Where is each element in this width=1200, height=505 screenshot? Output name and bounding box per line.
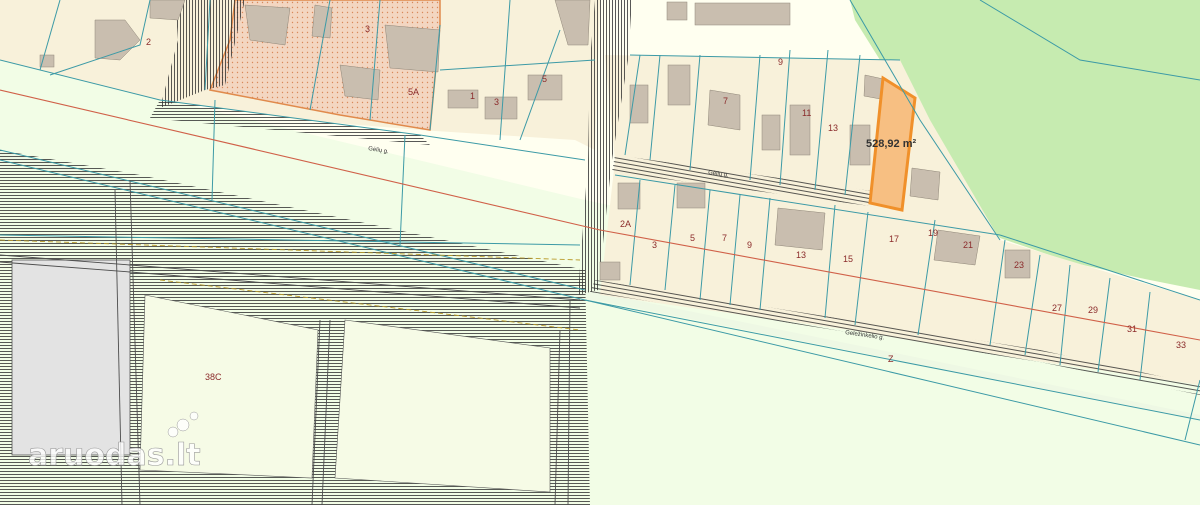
- lot-label: 29: [1088, 305, 1098, 315]
- lot-label: 38C: [205, 372, 222, 382]
- lot-label: 2: [146, 37, 151, 47]
- map-canvas: 2 3 5A 1 3 5 7 9 11 13 2A 3 5 7 9 13 15 …: [0, 0, 1200, 505]
- lot-label: 15: [843, 254, 853, 264]
- lot-label: 9: [778, 57, 783, 67]
- lot-label: 2A: [620, 219, 631, 229]
- lot-label: 7: [723, 96, 728, 106]
- watermark-text: aruodas.lt: [28, 438, 201, 473]
- lot-label: 1: [470, 91, 475, 101]
- lot-label: 33: [1176, 340, 1186, 350]
- large-building: [11, 259, 131, 456]
- lot-label: 31: [1127, 324, 1137, 334]
- lot-label: 3: [365, 24, 370, 34]
- cadastral-map[interactable]: 2 3 5A 1 3 5 7 9 11 13 2A 3 5 7 9 13 15 …: [0, 0, 1200, 505]
- area-label: 528,92 m²: [866, 138, 916, 150]
- lot-label: 19: [928, 228, 938, 238]
- lot-label: 5: [542, 74, 547, 84]
- lot-label: 27: [1052, 303, 1062, 313]
- watermark-logo-icon: [176, 418, 190, 432]
- lot-label: Z: [888, 354, 894, 364]
- lot-label: 3: [494, 97, 499, 107]
- lot-label: 17: [889, 234, 899, 244]
- lot-label: 5: [690, 233, 695, 243]
- lot-label: 23: [1014, 260, 1024, 270]
- lot-label: 21: [963, 240, 973, 250]
- lot-label: 13: [796, 250, 806, 260]
- lot-label: 13: [828, 123, 838, 133]
- lot-label: 7: [722, 233, 727, 243]
- yard-parcel-east: [334, 319, 551, 493]
- lot-label: 9: [747, 240, 752, 250]
- lot-label: 5A: [408, 87, 419, 97]
- lot-label: 11: [802, 108, 811, 118]
- lot-label: 3: [652, 240, 657, 250]
